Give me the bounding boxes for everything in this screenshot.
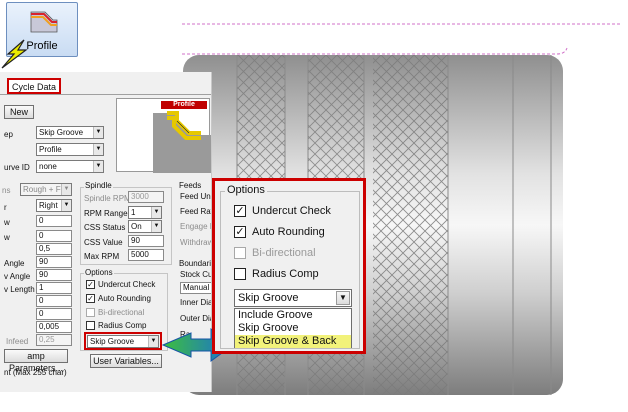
passes-select: Rough + Fin ▼ — [20, 183, 72, 196]
chevron-down-icon: ▼ — [151, 207, 161, 218]
angle-field[interactable]: 90 — [36, 256, 72, 268]
options-title: Options — [225, 184, 267, 196]
profile-icon — [30, 11, 58, 33]
infeed-field: 0,25 — [36, 334, 72, 346]
chevron-down-icon: ▼ — [61, 184, 71, 195]
user-variables-button[interactable]: User Variables... — [90, 354, 162, 368]
v-length-label: v Length — [4, 285, 35, 294]
angle-label: Angle — [4, 259, 25, 268]
curve-id-value: none — [39, 162, 57, 171]
engage-feed-label: Engage Fe — [180, 222, 211, 231]
w3-field[interactable]: 0,5 — [36, 243, 72, 255]
options-panel-zoom: Options ✓ Undercut Check ✓ Auto Rounding… — [212, 178, 366, 354]
bi-directional-checkbox — [234, 247, 246, 259]
spindle-group-title: Spindle — [84, 181, 113, 190]
spindle-rpm-field: 3000 — [128, 191, 164, 203]
css-status-select[interactable]: On ▼ — [128, 220, 162, 233]
curve-id-label: urve ID — [4, 163, 30, 172]
step-label: ep — [4, 130, 13, 139]
profile-preview: Profile — [116, 98, 211, 173]
new-button[interactable]: New — [4, 105, 34, 119]
radius-comp-label: Radius Comp — [252, 268, 319, 280]
undercut-label-small: Undercut Check — [98, 280, 156, 289]
bidir-label-small: Bi-directional — [98, 308, 145, 317]
chevron-down-icon: ▼ — [61, 200, 71, 211]
radcomp-label-small: Radius Comp — [98, 321, 147, 330]
option-skip-groove[interactable]: Skip Groove — [235, 322, 351, 335]
w2-label: w — [4, 233, 10, 242]
css-value-field[interactable]: 90 — [128, 235, 164, 247]
stamp-parameters-button[interactable]: amp Parameters... — [4, 349, 68, 373]
comment-label: nt (Max 255 char) — [4, 368, 67, 377]
chevron-down-icon: ▼ — [148, 336, 158, 347]
radius-comp-checkbox[interactable] — [234, 268, 246, 280]
outer-dia-label: Outer Dia — [180, 314, 212, 323]
curve-id-select[interactable]: none ▼ — [36, 160, 104, 173]
v-angle-label: v Angle — [4, 272, 31, 281]
autoround-label-small: Auto Rounding — [98, 294, 151, 303]
tab-cycle-data[interactable]: Cycle Data — [7, 78, 62, 94]
groove-mode-selected-value: Skip Groove — [238, 292, 299, 304]
chevron-down-icon: ▼ — [151, 221, 161, 232]
groove-select-small[interactable]: Skip Groove ▼ — [87, 335, 159, 348]
stock-curve-field[interactable]: Manual — [180, 282, 211, 294]
withdraw-label: Withdraw — [180, 238, 212, 247]
passes-label: ns — [2, 186, 11, 195]
direction-value: Right — [39, 201, 58, 210]
chevron-down-icon[interactable]: ▼ — [336, 291, 350, 305]
groove-select-small-value: Skip Groove — [90, 337, 135, 346]
direction-select[interactable]: Right ▼ — [36, 199, 72, 212]
v-length-field[interactable]: 1 — [36, 282, 72, 294]
max-rpm-field[interactable]: 5000 — [128, 249, 164, 261]
chevron-down-icon: ▼ — [93, 144, 103, 155]
w1-label: w — [4, 218, 10, 227]
boundaries-title: Boundaries — [178, 259, 211, 268]
toolpath-dashed-line — [182, 23, 622, 55]
w2-field[interactable]: 0 — [36, 230, 72, 242]
direction-label: r — [4, 203, 7, 212]
step-select-value: Skip Groove — [39, 128, 84, 137]
rpm-range-label: RPM Range — [84, 209, 128, 218]
cursor-arrow-icon — [1, 39, 28, 69]
autoround-checkbox-small[interactable]: ✓ — [86, 294, 95, 303]
type-select-value: Profile — [39, 145, 62, 154]
rpm-range-select[interactable]: 1 ▼ — [128, 206, 162, 219]
auto-rounding-label: Auto Rounding — [252, 226, 325, 238]
option-skip-groove-back[interactable]: Skip Groove & Back — [235, 335, 351, 348]
spindle-rpm-label: Spindle RPM — [84, 194, 131, 203]
radcomp-checkbox-small[interactable] — [86, 321, 95, 330]
v-angle-field[interactable]: 90 — [36, 269, 72, 281]
chevron-down-icon: ▼ — [93, 161, 103, 172]
tab-divider — [0, 94, 211, 95]
field-a[interactable]: 0 — [36, 295, 72, 307]
feed-units-label: Feed Units — [180, 192, 211, 201]
step-select[interactable]: Skip Groove ▼ — [36, 126, 104, 139]
auto-rounding-checkbox[interactable]: ✓ — [234, 226, 246, 238]
max-rpm-label: Max RPM — [84, 252, 120, 261]
undercut-checkbox-small[interactable]: ✓ — [86, 280, 95, 289]
groove-mode-select[interactable]: Skip Groove ▼ — [234, 289, 352, 307]
undercut-check-checkbox[interactable]: ✓ — [234, 205, 246, 217]
css-value-label: CSS Value — [84, 238, 123, 247]
rpm-range-value: 1 — [131, 208, 136, 217]
options-group-small-title: Options — [84, 268, 114, 277]
feed-rate-label: Feed Rate — [180, 207, 211, 216]
bi-directional-label: Bi-directional — [252, 247, 316, 259]
undercut-check-label: Undercut Check — [252, 205, 331, 217]
infeed-label: Infeed — [6, 337, 29, 346]
field-b[interactable]: 0 — [36, 308, 72, 320]
inner-dia-label: Inner Dia — [180, 298, 212, 307]
w1-field[interactable]: 0 — [36, 215, 72, 227]
feeds-group-title: Feeds — [178, 181, 203, 190]
stock-curve-label: Stock Curv — [180, 270, 212, 279]
field-c[interactable]: 0,005 — [36, 321, 72, 333]
groove-mode-dropdown-list: Include Groove Skip Groove Skip Groove &… — [234, 308, 352, 348]
option-include-groove[interactable]: Include Groove — [235, 309, 351, 322]
type-select[interactable]: Profile ▼ — [36, 143, 104, 156]
profile-preview-graphic — [153, 111, 211, 173]
chevron-down-icon: ▼ — [93, 127, 103, 138]
css-status-value: On — [131, 222, 142, 231]
bidir-checkbox-small — [86, 308, 95, 317]
css-status-label: CSS Status — [84, 223, 126, 232]
